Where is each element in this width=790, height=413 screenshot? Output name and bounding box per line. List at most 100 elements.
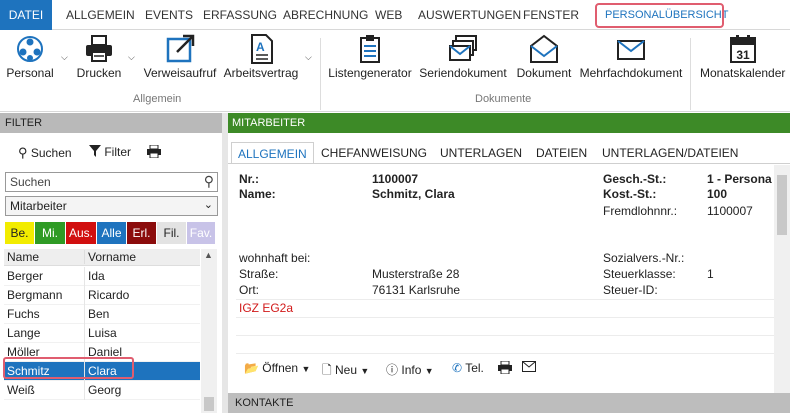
tab-unterlagen[interactable]: UNTERLAGEN xyxy=(440,142,522,164)
personal-button[interactable]: Personal xyxy=(2,30,58,92)
status-chip[interactable]: Aus. xyxy=(66,222,96,244)
envelope-icon xyxy=(522,361,536,372)
cell-name: Bergmann xyxy=(7,288,63,302)
fremdlohnnr-value: 1100007 xyxy=(707,204,753,218)
list-scrollbar[interactable]: ▲ xyxy=(201,249,217,413)
mail-button[interactable] xyxy=(522,361,536,375)
caret-down-icon: ▼ xyxy=(424,366,434,376)
select-value: Mitarbeiter xyxy=(10,199,67,213)
scroll-up-icon[interactable]: ▲ xyxy=(204,250,213,260)
print-button[interactable] xyxy=(498,360,512,377)
tab-unterlagen-dateien[interactable]: UNTERLAGEN/DATEIEN xyxy=(602,142,738,164)
arbeitsvertrag-button[interactable]: A Arbeitsvertrag xyxy=(222,30,300,92)
column-name[interactable]: Name xyxy=(7,250,39,264)
tel-button[interactable]: ✆ Tel. xyxy=(452,361,484,375)
suchen-label: Suchen xyxy=(30,146,72,160)
menu-datei[interactable]: DATEI xyxy=(0,0,52,30)
cell-name: Berger xyxy=(7,269,44,283)
listengenerator-label: Listengenerator xyxy=(328,66,412,80)
name-label: Name: xyxy=(239,187,276,201)
table-row[interactable]: Weiß Georg xyxy=(4,381,200,400)
drucken-button[interactable]: Drucken xyxy=(72,30,126,92)
suchen-button[interactable]: ⚲ Suchen xyxy=(18,145,72,161)
cell-vorname: Ben xyxy=(84,305,109,324)
drucken-dropdown-icon[interactable]: ⌵ xyxy=(128,52,135,63)
menu-fenster[interactable]: FENSTER xyxy=(523,0,579,30)
external-link-icon xyxy=(166,34,195,63)
search-icon[interactable]: ⚲ xyxy=(204,173,214,190)
cell-vorname: Georg xyxy=(84,381,121,400)
tab-chefanweisung[interactable]: CHEFANWEISUNG xyxy=(321,142,427,164)
filter-button[interactable]: Filter xyxy=(89,145,131,159)
cell-vorname: Luisa xyxy=(84,324,117,343)
printer-icon xyxy=(147,144,161,159)
highlight-box-menu xyxy=(595,3,724,28)
fremdlohnnr-label: Fremdlohnnr.: xyxy=(603,204,678,218)
personal-dropdown-icon[interactable]: ⌵ xyxy=(61,52,68,63)
filter-type-select[interactable]: Mitarbeiter ⌄ xyxy=(5,196,218,216)
mehrfachdokument-label: Mehrfachdokument xyxy=(579,66,683,80)
kost-value: 100 xyxy=(707,187,728,201)
status-chip[interactable]: Be. xyxy=(5,222,34,244)
table-row[interactable]: Bergmann Ricardo xyxy=(4,286,200,305)
print-list-button[interactable] xyxy=(147,144,161,161)
menu-allgemein[interactable]: ALLGEMEIN xyxy=(66,0,135,30)
status-chip[interactable]: Fav. xyxy=(187,222,215,244)
oeffnen-button[interactable]: 📂 Öffnen ▼ xyxy=(244,361,310,375)
drucken-label: Drucken xyxy=(76,66,122,80)
status-chip[interactable]: Alle xyxy=(97,222,126,244)
info-icon: ⓘ xyxy=(386,363,399,377)
tab-underline xyxy=(228,163,790,164)
highlight-box-selection xyxy=(3,357,134,379)
menu-erfassung[interactable]: ERFASSUNG xyxy=(203,0,277,30)
group-label-dokumente: Dokumente xyxy=(475,93,532,105)
divider xyxy=(236,299,776,300)
info-button[interactable]: ⓘ Info ▼ xyxy=(386,361,434,378)
scroll-thumb[interactable] xyxy=(777,175,787,235)
menu-auswertungen[interactable]: AUSWERTUNGEN xyxy=(418,0,521,30)
detail-scrollbar[interactable] xyxy=(774,165,790,397)
neu-button[interactable]: 🗋 Neu ▼ xyxy=(322,361,369,382)
ribbon: Personal ⌵ Drucken ⌵ Verweisaufruf A Arb… xyxy=(0,30,790,112)
menu-web[interactable]: WEB xyxy=(375,0,402,30)
clipboard-icon xyxy=(360,35,380,63)
mehrfachdokument-button[interactable]: Mehrfachdokument xyxy=(579,30,683,92)
monatskalender-button[interactable]: 31 Monatskalender xyxy=(696,30,790,92)
dokument-button[interactable]: Dokument xyxy=(513,30,575,92)
personal-label: Personal xyxy=(6,66,54,80)
arbeitsvertrag-label: Arbeitsvertrag xyxy=(223,66,299,80)
verweisaufruf-button[interactable]: Verweisaufruf xyxy=(142,30,218,92)
calendar-icon: 31 xyxy=(730,35,756,63)
arbeitsvertrag-dropdown-icon[interactable]: ⌵ xyxy=(305,52,312,63)
tab-dateien[interactable]: DATEIEN xyxy=(536,142,587,164)
phone-icon: ✆ xyxy=(452,361,463,375)
steuerklasse-value: 1 xyxy=(707,267,714,281)
scroll-thumb[interactable] xyxy=(204,397,214,411)
column-vorname[interactable]: Vorname xyxy=(84,250,136,264)
steuer-id-label: Steuer-ID: xyxy=(603,283,658,297)
seriendokument-label: Seriendokument xyxy=(419,66,507,80)
tab-allgemein[interactable]: ALLGEMEIN xyxy=(231,142,314,164)
caret-down-icon: ▼ xyxy=(301,364,311,374)
kontakte-header: KONTAKTE xyxy=(228,393,790,413)
table-row[interactable]: Fuchs Ben xyxy=(4,305,200,324)
menu-events[interactable]: EVENTS xyxy=(145,0,193,30)
search-input[interactable]: Suchen ⚲ xyxy=(5,172,218,192)
envelope-open-icon xyxy=(530,34,558,63)
gesch-label: Gesch.-St.: xyxy=(603,172,667,186)
printer-icon xyxy=(498,360,512,375)
kost-label: Kost.-St.: xyxy=(603,187,657,201)
menu-abrechnung[interactable]: ABRECHNUNG xyxy=(283,0,368,30)
table-row[interactable]: Berger Ida xyxy=(4,267,200,286)
caret-down-icon: ▼ xyxy=(360,366,370,376)
filter-label: Filter xyxy=(104,145,132,159)
strasse-label: Straße: xyxy=(239,267,279,281)
status-chip[interactable]: Erl. xyxy=(127,222,156,244)
status-chip[interactable]: Mi. xyxy=(35,222,65,244)
seriendokument-button[interactable]: Seriendokument xyxy=(418,30,508,92)
table-row[interactable]: Lange Luisa xyxy=(4,324,200,343)
printer-icon xyxy=(86,35,112,62)
status-chip[interactable]: Fil. xyxy=(157,222,186,244)
divider xyxy=(236,317,776,318)
listengenerator-button[interactable]: Listengenerator xyxy=(328,30,412,92)
